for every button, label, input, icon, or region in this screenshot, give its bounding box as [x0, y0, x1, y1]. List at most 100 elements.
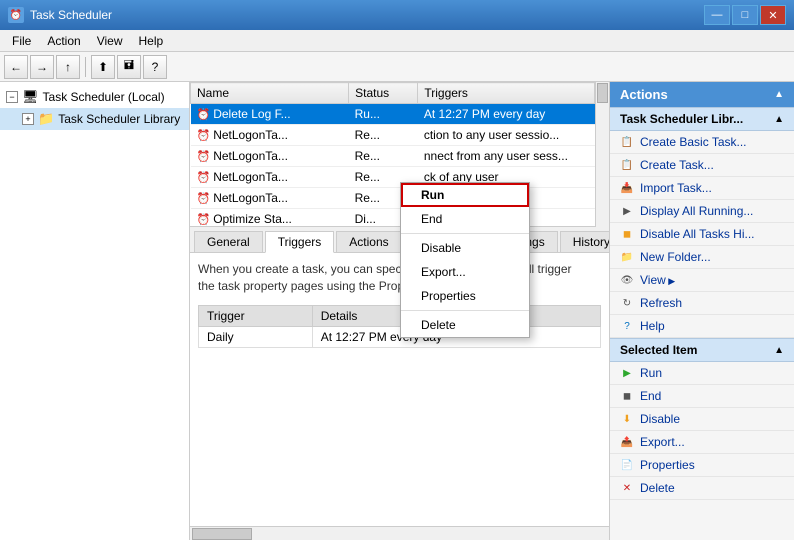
toolbar-properties[interactable]: 🖬: [117, 55, 141, 79]
detail-col-trigger: Trigger: [199, 305, 313, 326]
table-row[interactable]: ⏰Delete Log F... Ru... At 12:27 PM every…: [191, 104, 595, 125]
table-row[interactable]: ⏰NetLogonTa... Re... ck of any user: [191, 167, 595, 188]
task-table: Name Status Triggers ⏰Delete Log F... Ru…: [190, 82, 595, 227]
action-item-create-task---[interactable]: 📋 Create Task...: [610, 154, 794, 177]
action-item-disable[interactable]: ⬇ Disable: [610, 408, 794, 431]
table-row[interactable]: ⏰NetLogonTa... Re... ction to any user s…: [191, 125, 595, 146]
context-menu: RunEnd DisableExport...Properties Delete: [400, 182, 530, 338]
toolbar-help[interactable]: ?: [143, 55, 167, 79]
section-header-1[interactable]: Selected Item▲: [610, 338, 794, 362]
tree-item-local[interactable]: − 🖥 Task Scheduler (Local): [0, 86, 189, 108]
action-label: Create Basic Task...: [640, 135, 747, 149]
create-icon: 📋: [620, 158, 634, 172]
toolbar: ← → ↑ ⬆ 🖬 ?: [0, 52, 794, 82]
action-label: Refresh: [640, 296, 682, 310]
action-item-refresh[interactable]: ↻ Refresh: [610, 292, 794, 315]
action-item-properties[interactable]: 📄 Properties: [610, 454, 794, 477]
action-label: Delete: [640, 481, 675, 495]
app-icon: ⏰: [8, 7, 24, 23]
tree-label-library: Task Scheduler Library: [58, 112, 180, 126]
action-label: Import Task...: [640, 181, 712, 195]
help-icon: ?: [620, 319, 634, 333]
action-item-help[interactable]: ? Help: [610, 315, 794, 338]
task-status: Re...: [349, 146, 418, 167]
menu-view[interactable]: View: [89, 32, 131, 50]
task-status: Ru...: [349, 104, 418, 125]
title-bar: ⏰ Task Scheduler — □ ✕: [0, 0, 794, 30]
maximize-button[interactable]: □: [732, 5, 758, 25]
action-item-end[interactable]: ◼ End: [610, 385, 794, 408]
task-name: ⏰Delete Log F...: [191, 104, 349, 125]
context-menu-item-export---[interactable]: Export...: [401, 260, 529, 284]
detail-horiz-scroll[interactable]: [190, 526, 609, 540]
col-name: Name: [191, 83, 349, 104]
new-folder-icon: 📁: [620, 250, 634, 264]
import-icon: 📥: [620, 181, 634, 195]
tab-actions[interactable]: Actions: [336, 231, 401, 252]
action-item-disable-all-tasks-hi---[interactable]: ◼ Disable All Tasks Hi...: [610, 223, 794, 246]
action-label: Disable: [640, 412, 680, 426]
context-menu-item-run[interactable]: Run: [401, 183, 529, 207]
left-panel: − 🖥 Task Scheduler (Local) + 📁 Task Sche…: [0, 82, 190, 540]
tab-general[interactable]: General: [194, 231, 263, 252]
close-button[interactable]: ✕: [760, 5, 786, 25]
actions-header: Actions ▲: [610, 82, 794, 107]
task-trigger: At 12:27 PM every day: [418, 104, 595, 125]
library-folder-icon: 📁: [38, 111, 54, 127]
toolbar-show-hide[interactable]: ⬆: [91, 55, 115, 79]
action-label: Export...: [640, 435, 685, 449]
action-label: Run: [640, 366, 662, 380]
scheduler-icon: 🖥: [22, 89, 39, 105]
context-menu-item-end[interactable]: End: [401, 207, 529, 231]
toolbar-forward[interactable]: →: [30, 55, 54, 79]
action-item-view[interactable]: 👁 View: [610, 269, 794, 292]
tree-expand-local[interactable]: −: [6, 91, 18, 103]
menu-help[interactable]: Help: [131, 32, 172, 50]
display-icon: ▶: [620, 204, 634, 218]
disable-icon: ◼: [620, 227, 634, 241]
end-icon: ◼: [620, 389, 634, 403]
tree-label-local: Task Scheduler (Local): [43, 90, 165, 104]
context-menu-separator: [401, 310, 529, 311]
section-header-0[interactable]: Task Scheduler Libr...▲: [610, 107, 794, 131]
window-title: Task Scheduler: [30, 8, 112, 22]
table-row[interactable]: ⏰NetLogonTa... Re... ck of any user: [191, 188, 595, 209]
tree-item-library[interactable]: + 📁 Task Scheduler Library: [0, 108, 189, 130]
disable-icon: ⬇: [620, 412, 634, 426]
action-item-delete[interactable]: ✕ Delete: [610, 477, 794, 500]
create-icon: 📋: [620, 135, 634, 149]
refresh-icon: ↻: [620, 296, 634, 310]
delete-icon: ✕: [620, 481, 634, 495]
toolbar-back[interactable]: ←: [4, 55, 28, 79]
toolbar-up[interactable]: ↑: [56, 55, 80, 79]
actions-title: Actions: [620, 87, 668, 102]
menu-action[interactable]: Action: [39, 32, 88, 50]
tab-history[interactable]: History: [560, 231, 609, 252]
window-controls: — □ ✕: [704, 5, 786, 25]
action-label: Properties: [640, 458, 695, 472]
action-item-import-task---[interactable]: 📥 Import Task...: [610, 177, 794, 200]
actions-collapse-icon: ▲: [774, 89, 784, 100]
minimize-button[interactable]: —: [704, 5, 730, 25]
table-row[interactable]: ⏰NetLogonTa... Re... nnect from any user…: [191, 146, 595, 167]
task-name: ⏰NetLogonTa...: [191, 167, 349, 188]
action-item-run[interactable]: ▶ Run: [610, 362, 794, 385]
action-label: Create Task...: [640, 158, 714, 172]
action-label: Display All Running...: [640, 204, 753, 218]
context-menu-item-disable[interactable]: Disable: [401, 236, 529, 260]
task-trigger: nnect from any user sess...: [418, 146, 595, 167]
context-menu-item-delete[interactable]: Delete: [401, 313, 529, 337]
action-item-display-all-running---[interactable]: ▶ Display All Running...: [610, 200, 794, 223]
table-row[interactable]: ⏰Optimize Sta... Di... idle: [191, 209, 595, 228]
tree-expand-library[interactable]: +: [22, 113, 34, 125]
table-scrollbar[interactable]: [595, 82, 609, 227]
action-item-create-basic-task---[interactable]: 📋 Create Basic Task...: [610, 131, 794, 154]
properties-icon: 📄: [620, 458, 634, 472]
tab-triggers[interactable]: Triggers: [265, 231, 335, 253]
menu-file[interactable]: File: [4, 32, 39, 50]
task-list-scroll[interactable]: Name Status Triggers ⏰Delete Log F... Ru…: [190, 82, 595, 227]
action-item-new-folder---[interactable]: 📁 New Folder...: [610, 246, 794, 269]
context-menu-item-properties[interactable]: Properties: [401, 284, 529, 308]
action-item-export---[interactable]: 📤 Export...: [610, 431, 794, 454]
task-name: ⏰NetLogonTa...: [191, 146, 349, 167]
